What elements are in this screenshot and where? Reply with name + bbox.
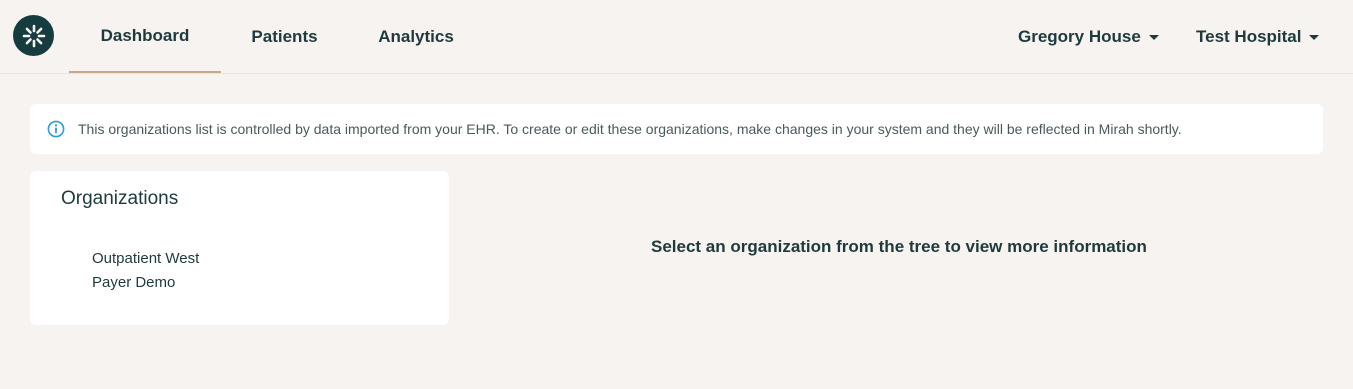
tab-dashboard[interactable]: Dashboard bbox=[69, 0, 221, 73]
top-navigation-bar: Dashboard Patients Analytics Gregory Hou… bbox=[0, 0, 1353, 74]
tab-patients[interactable]: Patients bbox=[221, 0, 348, 73]
organization-tree: Outpatient West Payer Demo bbox=[92, 247, 199, 295]
organizations-panel: Organizations Outpatient West Payer Demo bbox=[30, 171, 449, 325]
tab-dashboard-label: Dashboard bbox=[100, 25, 190, 45]
organization-tree-item[interactable]: Payer Demo bbox=[92, 271, 199, 295]
info-banner: This organizations list is controlled by… bbox=[30, 104, 1323, 154]
organizations-title: Organizations bbox=[61, 188, 179, 209]
caret-down-icon bbox=[1148, 35, 1159, 40]
tab-analytics-label: Analytics bbox=[378, 26, 454, 46]
info-icon bbox=[47, 120, 65, 138]
info-banner-text: This organizations list is controlled by… bbox=[78, 121, 1182, 137]
detail-empty-message: Select an organization from the tree to … bbox=[651, 237, 1147, 256]
caret-down-icon bbox=[1309, 35, 1320, 40]
tab-analytics[interactable]: Analytics bbox=[348, 0, 484, 73]
organization-menu-dropdown[interactable]: Test Hospital bbox=[1196, 0, 1320, 73]
tab-patients-label: Patients bbox=[251, 26, 318, 46]
organization-menu-label: Test Hospital bbox=[1196, 26, 1302, 46]
mirah-logo-icon[interactable] bbox=[13, 15, 54, 56]
user-menu-label: Gregory House bbox=[1018, 26, 1141, 46]
user-menu-dropdown[interactable]: Gregory House bbox=[1018, 0, 1159, 73]
organization-tree-item[interactable]: Outpatient West bbox=[92, 247, 199, 271]
